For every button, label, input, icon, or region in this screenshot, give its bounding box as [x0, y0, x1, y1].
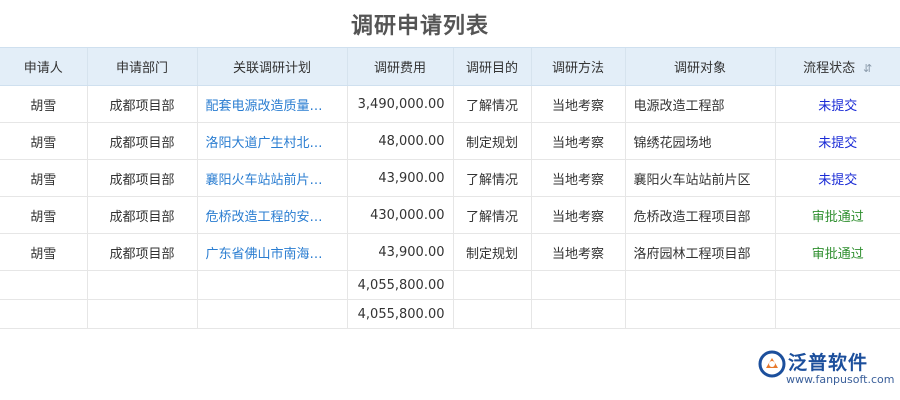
cell-target: 电源改造工程部	[624, 85, 775, 123]
cell-method: 当地考察	[530, 159, 625, 197]
subtotal-row: 4,055,800.00	[0, 270, 900, 300]
column-header-department[interactable]: 申请部门	[86, 47, 197, 86]
empty-cell	[624, 270, 775, 300]
column-header-cost[interactable]: 调研费用	[346, 47, 453, 86]
column-header-plan[interactable]: 关联调研计划	[196, 47, 347, 86]
status-header-label: 流程状态	[803, 61, 856, 76]
cell-department: 成都项目部	[86, 233, 197, 271]
table-row[interactable]: 胡雪 成都项目部 洛阳大道广生村北… 48,000.00 制定规划 当地考察 锦…	[0, 122, 900, 160]
column-header-method[interactable]: 调研方法	[530, 47, 625, 86]
column-header-status[interactable]: 流程状态 ⇵	[774, 47, 900, 86]
cell-plan-link[interactable]: 襄阳火车站站前片…	[196, 159, 347, 197]
cell-target: 锦绣花园场地	[624, 122, 775, 160]
cell-cost: 43,900.00	[346, 159, 453, 197]
empty-cell	[196, 270, 347, 300]
empty-cell	[0, 299, 87, 329]
empty-cell	[774, 270, 900, 300]
column-header-applicant[interactable]: 申请人	[0, 47, 87, 86]
cell-status: 未提交	[774, 159, 900, 197]
cell-cost: 430,000.00	[346, 196, 453, 234]
empty-cell	[530, 270, 625, 300]
cell-department: 成都项目部	[86, 122, 197, 160]
cell-applicant: 胡雪	[0, 159, 87, 197]
table-row[interactable]: 胡雪 成都项目部 危桥改造工程的安… 430,000.00 了解情况 当地考察 …	[0, 196, 900, 234]
cell-target: 襄阳火车站站前片区	[624, 159, 775, 197]
empty-cell	[530, 299, 625, 329]
table-row[interactable]: 胡雪 成都项目部 配套电源改造质量… 3,490,000.00 了解情况 当地考…	[0, 85, 900, 123]
logo-url: www.fanpusoft.com	[786, 373, 895, 386]
logo-brand-name: 泛普软件	[788, 352, 869, 374]
cell-applicant: 胡雪	[0, 85, 87, 123]
cell-plan-link[interactable]: 危桥改造工程的安…	[196, 196, 347, 234]
cell-plan-link[interactable]: 广东省佛山市南海…	[196, 233, 347, 271]
cell-target: 洛府园林工程项目部	[624, 233, 775, 271]
cell-target: 危桥改造工程项目部	[624, 196, 775, 234]
fanpu-logo: 泛普软件 www.fanpusoft.com	[758, 348, 894, 388]
sort-icon[interactable]: ⇵	[863, 62, 872, 75]
empty-cell	[774, 299, 900, 329]
cell-purpose: 制定规划	[452, 122, 531, 160]
cell-applicant: 胡雪	[0, 233, 87, 271]
cell-method: 当地考察	[530, 233, 625, 271]
cell-status: 审批通过	[774, 196, 900, 234]
cell-status: 审批通过	[774, 233, 900, 271]
empty-cell	[86, 299, 197, 329]
page-title: 调研申请列表	[350, 14, 489, 39]
cell-method: 当地考察	[530, 196, 625, 234]
cell-method: 当地考察	[530, 122, 625, 160]
cell-applicant: 胡雪	[0, 196, 87, 234]
fanpu-logo-icon	[758, 350, 786, 378]
empty-cell	[452, 270, 531, 300]
cell-department: 成都项目部	[86, 196, 197, 234]
cell-cost: 43,900.00	[346, 233, 453, 271]
empty-cell	[0, 270, 87, 300]
empty-cell	[452, 299, 531, 329]
empty-cell	[196, 299, 347, 329]
column-header-purpose[interactable]: 调研目的	[452, 47, 531, 86]
cell-department: 成都项目部	[86, 159, 197, 197]
empty-cell	[624, 299, 775, 329]
table-row[interactable]: 胡雪 成都项目部 襄阳火车站站前片… 43,900.00 了解情况 当地考察 襄…	[0, 159, 900, 197]
cell-page-total: 4,055,800.00	[346, 270, 453, 300]
application-table: 申请人 申请部门 关联调研计划 调研费用 调研目的 调研方法 调研对象 流程状态…	[0, 47, 900, 329]
cell-cost: 48,000.00	[346, 122, 453, 160]
cell-purpose: 了解情况	[452, 159, 531, 197]
cell-status: 未提交	[774, 122, 900, 160]
table-row[interactable]: 胡雪 成都项目部 广东省佛山市南海… 43,900.00 制定规划 当地考察 洛…	[0, 233, 900, 271]
cell-applicant: 胡雪	[0, 122, 87, 160]
cell-grand-total: 4,055,800.00	[346, 299, 453, 329]
cell-status: 未提交	[774, 85, 900, 123]
cell-cost: 3,490,000.00	[346, 85, 453, 123]
cell-purpose: 制定规划	[452, 233, 531, 271]
cell-method: 当地考察	[530, 85, 625, 123]
table-header-row: 申请人 申请部门 关联调研计划 调研费用 调研目的 调研方法 调研对象 流程状态…	[0, 47, 900, 86]
column-header-target[interactable]: 调研对象	[624, 47, 775, 86]
cell-plan-link[interactable]: 配套电源改造质量…	[196, 85, 347, 123]
grand-total-row: 4,055,800.00	[0, 299, 900, 329]
cell-purpose: 了解情况	[452, 196, 531, 234]
cell-department: 成都项目部	[86, 85, 197, 123]
cell-plan-link[interactable]: 洛阳大道广生村北…	[196, 122, 347, 160]
empty-cell	[86, 270, 197, 300]
cell-purpose: 了解情况	[452, 85, 531, 123]
